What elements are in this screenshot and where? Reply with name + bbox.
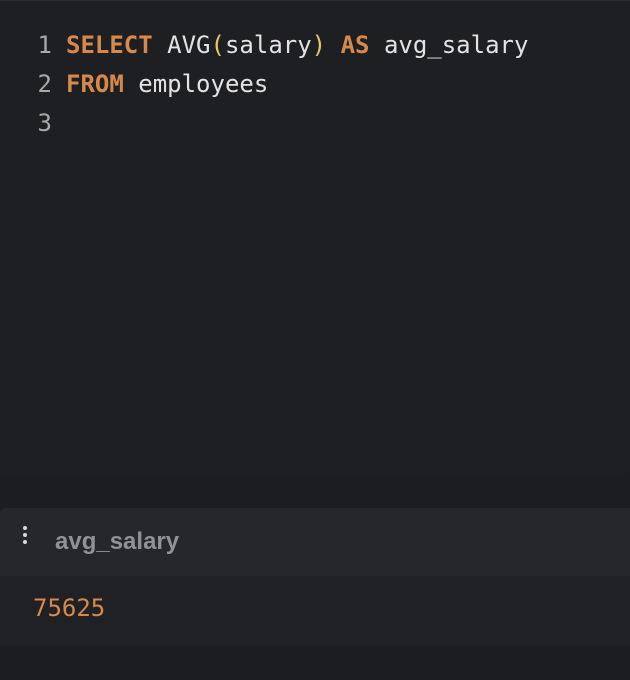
line-number: 2 [37, 70, 52, 98]
keyword-from: FROM [66, 70, 124, 98]
close-paren: ) [311, 31, 327, 59]
more-vertical-icon[interactable] [17, 526, 33, 548]
column-header-avg-salary[interactable]: avg_salary [55, 528, 179, 556]
table-row: 75625 [0, 576, 630, 646]
code-line-1[interactable]: 1 SELECT AVG(salary) AS avg_salary [0, 25, 529, 65]
sql-editor[interactable]: 1 SELECT AVG(salary) AS avg_salary 2 FRO… [0, 0, 630, 476]
results-header: avg_salary [0, 508, 630, 576]
table-employees: employees [138, 70, 269, 98]
results-panel: avg_salary 75625 [0, 488, 630, 680]
table-cell[interactable]: 75625 [33, 594, 105, 622]
code-line-3[interactable]: 3 [0, 103, 66, 143]
open-paren: ( [210, 31, 225, 59]
keyword-as: AS [340, 31, 370, 59]
column-salary: salary [224, 31, 312, 59]
keyword-select: SELECT [66, 31, 153, 59]
line-number: 3 [37, 109, 52, 137]
alias-avg-salary: avg_salary [383, 31, 529, 59]
line-number: 1 [37, 31, 52, 59]
code-line-2[interactable]: 2 FROM employees [0, 64, 269, 104]
function-avg: AVG [167, 31, 211, 59]
